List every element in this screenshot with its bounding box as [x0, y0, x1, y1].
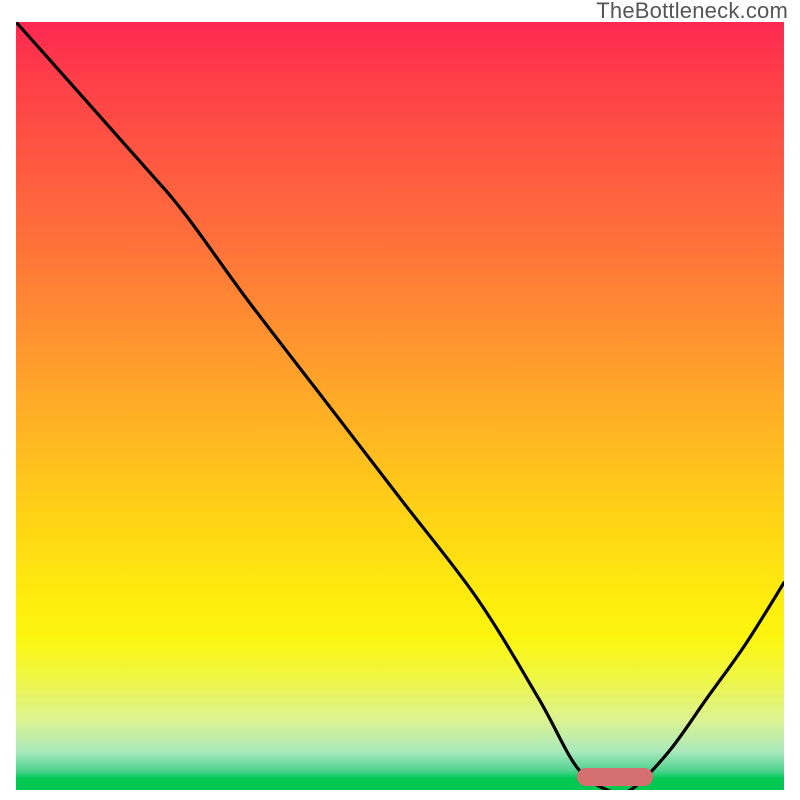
chart-stage: TheBottleneck.com	[0, 0, 800, 800]
watermark-text: TheBottleneck.com	[596, 0, 788, 24]
chart-background-gradient	[16, 22, 784, 790]
optimal-range-marker	[577, 768, 654, 786]
